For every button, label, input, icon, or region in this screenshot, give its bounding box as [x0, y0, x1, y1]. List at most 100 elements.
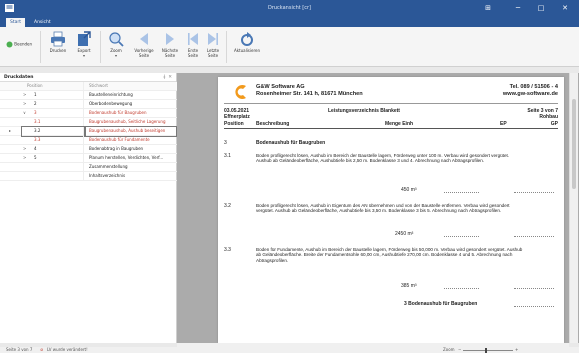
row-position: 3.3 — [22, 136, 84, 145]
panel-close-icon[interactable]: ✕ — [168, 75, 172, 80]
tree-row[interactable]: 3.2 Baugrubenaushub, Aushub beseitigen ▸ — [0, 126, 177, 137]
company-address: Rosenheimer Str. 141 h, 81671 München — [256, 91, 363, 97]
row-keyword: Baustelleneinrichtung — [89, 92, 133, 97]
company-website: www.gw-software.de — [502, 91, 558, 97]
row-position — [22, 172, 84, 181]
help-button[interactable]: ⊞ — [475, 0, 501, 17]
section-name: Rohbau — [539, 114, 558, 120]
zoom-status-label: Zoom — [443, 347, 455, 352]
row-keyword: Bodenabtrag in Baugruben — [89, 146, 144, 151]
zoom-slider[interactable] — [463, 350, 513, 351]
tree-row[interactable]: >1 Baustelleneinrichtung — [0, 91, 177, 100]
zoom-in-button[interactable]: + — [515, 347, 518, 353]
column-header-rule — [224, 128, 558, 129]
first-page-icon — [188, 33, 198, 45]
item-description: Boden profilgerecht lösen, Aushub in Eig… — [256, 203, 510, 214]
company-name: G&W Software AG — [256, 84, 305, 90]
column-header-quantity: Menge Einh — [385, 121, 414, 127]
previous-page-button[interactable]: Vorherige Seite — [132, 31, 156, 65]
gp-field — [514, 288, 554, 289]
maximize-button[interactable]: □ — [528, 0, 554, 17]
ribbon-separator — [226, 31, 227, 63]
ribbon: Beenden Drucken Export ▾ Zoom ▾ Vorherig… — [0, 27, 579, 67]
next-page-icon — [166, 33, 174, 45]
panel-controls: ǂ ✕ — [163, 73, 172, 82]
column-header-ep: EP — [500, 121, 507, 127]
item-quantity: 450 m³ — [401, 187, 417, 193]
row-position: 2 — [22, 100, 84, 109]
tree-row[interactable]: 3.1 Baugrubenaushub, Seitliche Lagerung — [0, 118, 177, 127]
previous-page-icon — [140, 33, 148, 45]
last-page-button[interactable]: Letzte Seite — [204, 31, 222, 65]
company-logo — [235, 85, 246, 99]
tab-start[interactable]: Start — [6, 18, 25, 27]
group-title: Bodenaushub für Baugruben — [256, 140, 326, 146]
column-position[interactable]: Position — [22, 82, 84, 91]
close-button[interactable]: ✕ — [552, 0, 578, 17]
previous-page-label: Vorherige Seite — [134, 48, 154, 58]
current-row-indicator: ▸ — [9, 128, 12, 133]
exit-label: Beenden — [14, 41, 33, 47]
tree-row[interactable]: >2 Oberbodenbewegung — [0, 100, 177, 109]
panel-header: Druckdaten ǂ ✕ — [0, 73, 176, 82]
tree-row[interactable]: >5 Planum herstellen, Verdichten, Verf... — [0, 154, 177, 163]
pin-icon[interactable]: ǂ — [163, 75, 165, 80]
exit-icon — [6, 41, 13, 48]
row-keyword: Oberbodenbewegung — [89, 101, 133, 106]
print-label: Drucken — [49, 48, 67, 53]
row-position — [22, 163, 84, 172]
next-page-label: Nächste Seite — [161, 48, 179, 58]
export-button[interactable]: Export ▾ — [72, 31, 96, 65]
last-page-icon — [208, 33, 218, 45]
vertical-scrollbar[interactable] — [569, 73, 578, 343]
next-page-button[interactable]: Nächste Seite — [158, 31, 182, 65]
ribbon-separator — [40, 31, 41, 63]
row-position: 3 — [22, 109, 84, 118]
export-dropdown-icon: ▾ — [82, 53, 85, 58]
row-position: 5 — [22, 154, 84, 163]
row-position: 4 — [22, 145, 84, 154]
status-bar: Seite 3 von 7 ⊘ LV wurde verändert! Zoom… — [0, 347, 579, 353]
ep-field — [444, 236, 479, 237]
print-data-panel: Druckdaten ǂ ✕ Position Stichwort >1 Baus… — [0, 73, 177, 343]
tree-row[interactable]: >4 Bodenabtrag in Baugruben — [0, 145, 177, 154]
row-position: 1 — [22, 91, 84, 100]
warning-icon: ⊘ — [40, 347, 44, 352]
first-page-label: Erste Seite — [187, 48, 199, 58]
print-button[interactable]: Drucken — [46, 31, 70, 65]
refresh-icon — [241, 32, 253, 46]
row-keyword: Inhaltsverzeichnis — [89, 173, 126, 178]
tree-row[interactable]: 3.3 Bodenaushub für Fundamente — [0, 136, 177, 145]
row-keyword: Baugrubenaushub, Seitliche Lagerung — [89, 119, 166, 124]
item-quantity: 385 m³ — [401, 283, 417, 289]
tab-ansicht[interactable]: Ansicht — [30, 18, 55, 27]
zoom-slider-thumb[interactable] — [485, 348, 487, 353]
tree-row[interactable]: ∨ 3 Bodenaushub für Baugruben — [0, 109, 177, 118]
exit-button[interactable]: Beenden — [6, 41, 36, 75]
column-stichwort[interactable]: Stichwort — [86, 82, 176, 91]
first-page-button[interactable]: Erste Seite — [184, 31, 202, 65]
column-header-description: Beschreibung — [256, 121, 290, 127]
document-page: G&W Software AG Rosenheimer Str. 141 h, … — [218, 77, 564, 343]
tree-row[interactable]: Inhaltsverzeichnis — [0, 172, 177, 181]
column-header-position: Position — [224, 121, 244, 127]
group-sum-label: 3 Bodenaushub für Baugruben — [404, 301, 478, 307]
document-place: Effnerplatz — [224, 114, 250, 120]
ep-field — [444, 192, 479, 193]
row-keyword: Zusammenstellung — [89, 164, 128, 169]
gp-field — [514, 192, 554, 193]
tree-row[interactable]: Zusammenstellung — [0, 163, 177, 172]
scroll-thumb[interactable] — [572, 99, 576, 189]
header-rule — [224, 103, 558, 104]
zoom-icon — [109, 32, 124, 47]
title-bar: Druckansicht [cr] ⊞ ─ □ ✕ — [0, 0, 579, 17]
zoom-out-button[interactable]: − — [458, 347, 461, 353]
row-keyword: Planum herstellen, Verdichten, Verf... — [89, 155, 164, 160]
document-heading: Leistungsverzeichnis Blankett — [328, 108, 400, 114]
ep-field — [444, 288, 479, 289]
zoom-button[interactable]: Zoom ▾ — [104, 31, 128, 65]
zoom-dropdown-icon: ▾ — [114, 53, 117, 58]
row-keyword: Bodenaushub für Baugruben — [89, 110, 147, 115]
refresh-button[interactable]: Aktualisieren — [230, 31, 264, 65]
document-area: G&W Software AG Rosenheimer Str. 141 h, … — [177, 73, 579, 343]
